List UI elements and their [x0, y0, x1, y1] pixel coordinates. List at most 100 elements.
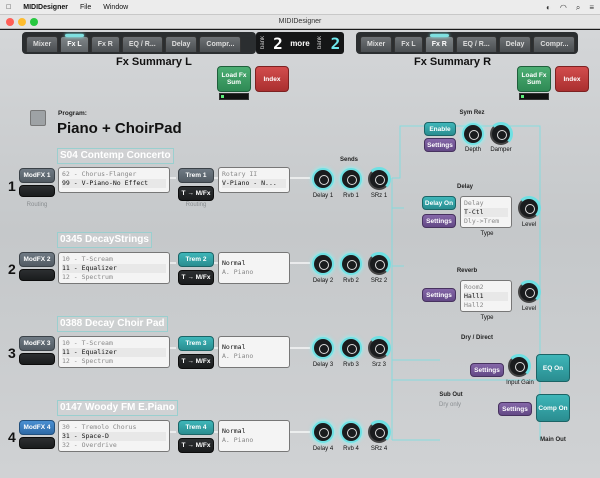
list-item-selected[interactable]: T-Ctl: [464, 208, 508, 217]
modfx-2-list[interactable]: 10 - T-Scream 11 - Equalizer 12 - Spectr…: [58, 252, 170, 284]
input-gain-knob[interactable]: [507, 354, 531, 378]
reverb-settings-button[interactable]: Settings: [422, 288, 456, 302]
file-menu[interactable]: File: [80, 4, 91, 11]
modfx-2-toggle[interactable]: [19, 269, 55, 281]
list-item[interactable]: 12 - Spectrum: [62, 357, 166, 366]
srz-2-knob[interactable]: [367, 252, 391, 276]
tab-right-mixer[interactable]: Mixer: [360, 36, 393, 52]
eq-on-button[interactable]: EQ On: [536, 354, 570, 382]
modfx-1-button[interactable]: ModFX 1: [19, 168, 55, 183]
list-item[interactable]: 10 - T-Scream: [62, 255, 166, 264]
search-icon[interactable]: ⌕: [576, 3, 580, 13]
more-button[interactable]: more: [290, 39, 310, 48]
damper-knob[interactable]: [489, 122, 513, 146]
delay-type-list[interactable]: Delay T-Ctl Dly->Trem: [460, 196, 512, 228]
trem-2-button[interactable]: Trem 2: [178, 252, 214, 267]
modfx-4-toggle[interactable]: [19, 437, 55, 449]
load-fx-sum-left-button[interactable]: Load Fx Sum: [217, 66, 251, 92]
delay-4-knob[interactable]: [312, 421, 334, 443]
modfx-1-list[interactable]: 62 - Chorus-Flanger 99 - V-Piano-No Effe…: [58, 167, 170, 193]
status-icon[interactable]: ◐: [546, 3, 551, 13]
list-item-selected[interactable]: 11 - Equalizer: [62, 348, 166, 357]
patch-name-4[interactable]: 0147 Woody FM E.Piano: [57, 400, 178, 416]
list-item[interactable]: 12 - Spectrum: [62, 273, 166, 282]
srz-4-knob[interactable]: [367, 420, 391, 444]
comp-on-button[interactable]: Comp On: [536, 394, 570, 422]
window-menu[interactable]: Window: [103, 4, 128, 11]
index-right-button[interactable]: Index: [555, 66, 589, 92]
dest-1-list[interactable]: Rotary II V-Piano - N...: [218, 167, 290, 193]
list-item-selected[interactable]: V-Piano - N...: [222, 179, 286, 188]
list-item[interactable]: 62 - Chorus-Flanger: [62, 170, 166, 179]
list-item-selected[interactable]: Normal: [222, 427, 286, 436]
tab-left-compr[interactable]: Compr...: [199, 36, 242, 52]
tab-right-compr[interactable]: Compr...: [533, 36, 576, 52]
tab-left-mixer[interactable]: Mixer: [26, 36, 59, 52]
program-checkbox[interactable]: [30, 110, 46, 126]
dest-3-list[interactable]: Normal A. Piano: [218, 336, 290, 368]
apple-icon[interactable]: : [6, 4, 11, 11]
reverb-type-list[interactable]: Room2 Hall1 Hall2: [460, 280, 512, 312]
tab-left-delay[interactable]: Delay: [164, 36, 198, 52]
trem-1-button[interactable]: Trem 1: [178, 168, 214, 183]
list-item-selected[interactable]: Hall1: [464, 292, 508, 301]
list-item-selected[interactable]: 11 - Equalizer: [62, 264, 166, 273]
srz-1-knob[interactable]: [367, 167, 391, 191]
modfx-4-list[interactable]: 30 - Tremolo Chorus 31 - Space-D 32 - Ov…: [58, 420, 170, 452]
patch-name-2[interactable]: 0345 DecayStrings: [57, 232, 152, 248]
wifi-icon[interactable]: ◠: [560, 3, 567, 13]
close-icon[interactable]: [6, 18, 14, 26]
tab-right-delay[interactable]: Delay: [498, 36, 532, 52]
patch-name-1[interactable]: S04 Contemp Concerto: [57, 148, 174, 164]
delay-1-knob[interactable]: [312, 168, 334, 190]
dest-4-list[interactable]: Normal A. Piano: [218, 420, 290, 452]
tab-right-fx-l[interactable]: Fx L: [394, 36, 423, 52]
patch-name-3[interactable]: 0388 Decay Choir Pad: [57, 316, 168, 332]
list-item[interactable]: 32 - Overdrive: [62, 441, 166, 450]
t-to-mfx-2-button[interactable]: T → M/Fx: [178, 270, 214, 285]
zoom-icon[interactable]: [30, 18, 38, 26]
list-item[interactable]: 10 - T-Scream: [62, 339, 166, 348]
list-item[interactable]: A. Piano: [222, 268, 286, 277]
list-item[interactable]: A. Piano: [222, 436, 286, 445]
load-fx-sum-right-button[interactable]: Load Fx Sum: [517, 66, 551, 92]
comp-settings-button[interactable]: Settings: [498, 402, 532, 416]
delay-2-knob[interactable]: [312, 253, 334, 275]
control-center-icon[interactable]: ≡: [589, 3, 594, 13]
modfx-1-toggle[interactable]: [19, 185, 55, 197]
tab-left-fx-r[interactable]: Fx R: [90, 36, 120, 52]
list-item[interactable]: Rotary II: [222, 170, 286, 179]
rvb-3-knob[interactable]: [340, 337, 362, 359]
sym-rez-enable-button[interactable]: Enable: [424, 122, 456, 136]
delay-3-knob[interactable]: [312, 337, 334, 359]
modfx-3-toggle[interactable]: [19, 353, 55, 365]
tab-left-eq-r[interactable]: EQ / R...: [121, 36, 163, 52]
list-item[interactable]: Dly->Trem: [464, 217, 508, 226]
list-item-selected[interactable]: Normal: [222, 259, 286, 268]
reverb-level-knob[interactable]: [517, 280, 541, 304]
depth-knob[interactable]: [462, 123, 484, 145]
minimize-icon[interactable]: [18, 18, 26, 26]
rvb-2-knob[interactable]: [340, 253, 362, 275]
delay-on-button[interactable]: Delay On: [422, 196, 456, 210]
trem-3-button[interactable]: Trem 3: [178, 336, 214, 351]
modfx-2-button[interactable]: ModFX 2: [19, 252, 55, 267]
sym-rez-settings-button[interactable]: Settings: [424, 138, 456, 152]
delay-settings-button[interactable]: Settings: [422, 214, 456, 228]
list-item-selected[interactable]: Normal: [222, 343, 286, 352]
app-menu[interactable]: MIDIDesigner: [23, 4, 68, 11]
index-left-button[interactable]: Index: [255, 66, 289, 92]
srz-3-knob[interactable]: [367, 336, 391, 360]
list-item[interactable]: Delay: [464, 199, 508, 208]
modfx-4-button[interactable]: ModFX 4: [19, 420, 55, 435]
delay-level-knob[interactable]: [517, 196, 541, 220]
list-item-selected[interactable]: 99 - V-Piano-No Effect: [62, 179, 166, 188]
tab-right-fx-r[interactable]: Fx R: [424, 34, 454, 52]
modfx-3-button[interactable]: ModFX 3: [19, 336, 55, 351]
list-item[interactable]: 30 - Tremolo Chorus: [62, 423, 166, 432]
list-item[interactable]: A. Piano: [222, 352, 286, 361]
t-to-mfx-3-button[interactable]: T → M/Fx: [178, 354, 214, 369]
list-item[interactable]: Room2: [464, 283, 508, 292]
rvb-1-knob[interactable]: [340, 168, 362, 190]
tab-right-eq-r[interactable]: EQ / R...: [455, 36, 497, 52]
